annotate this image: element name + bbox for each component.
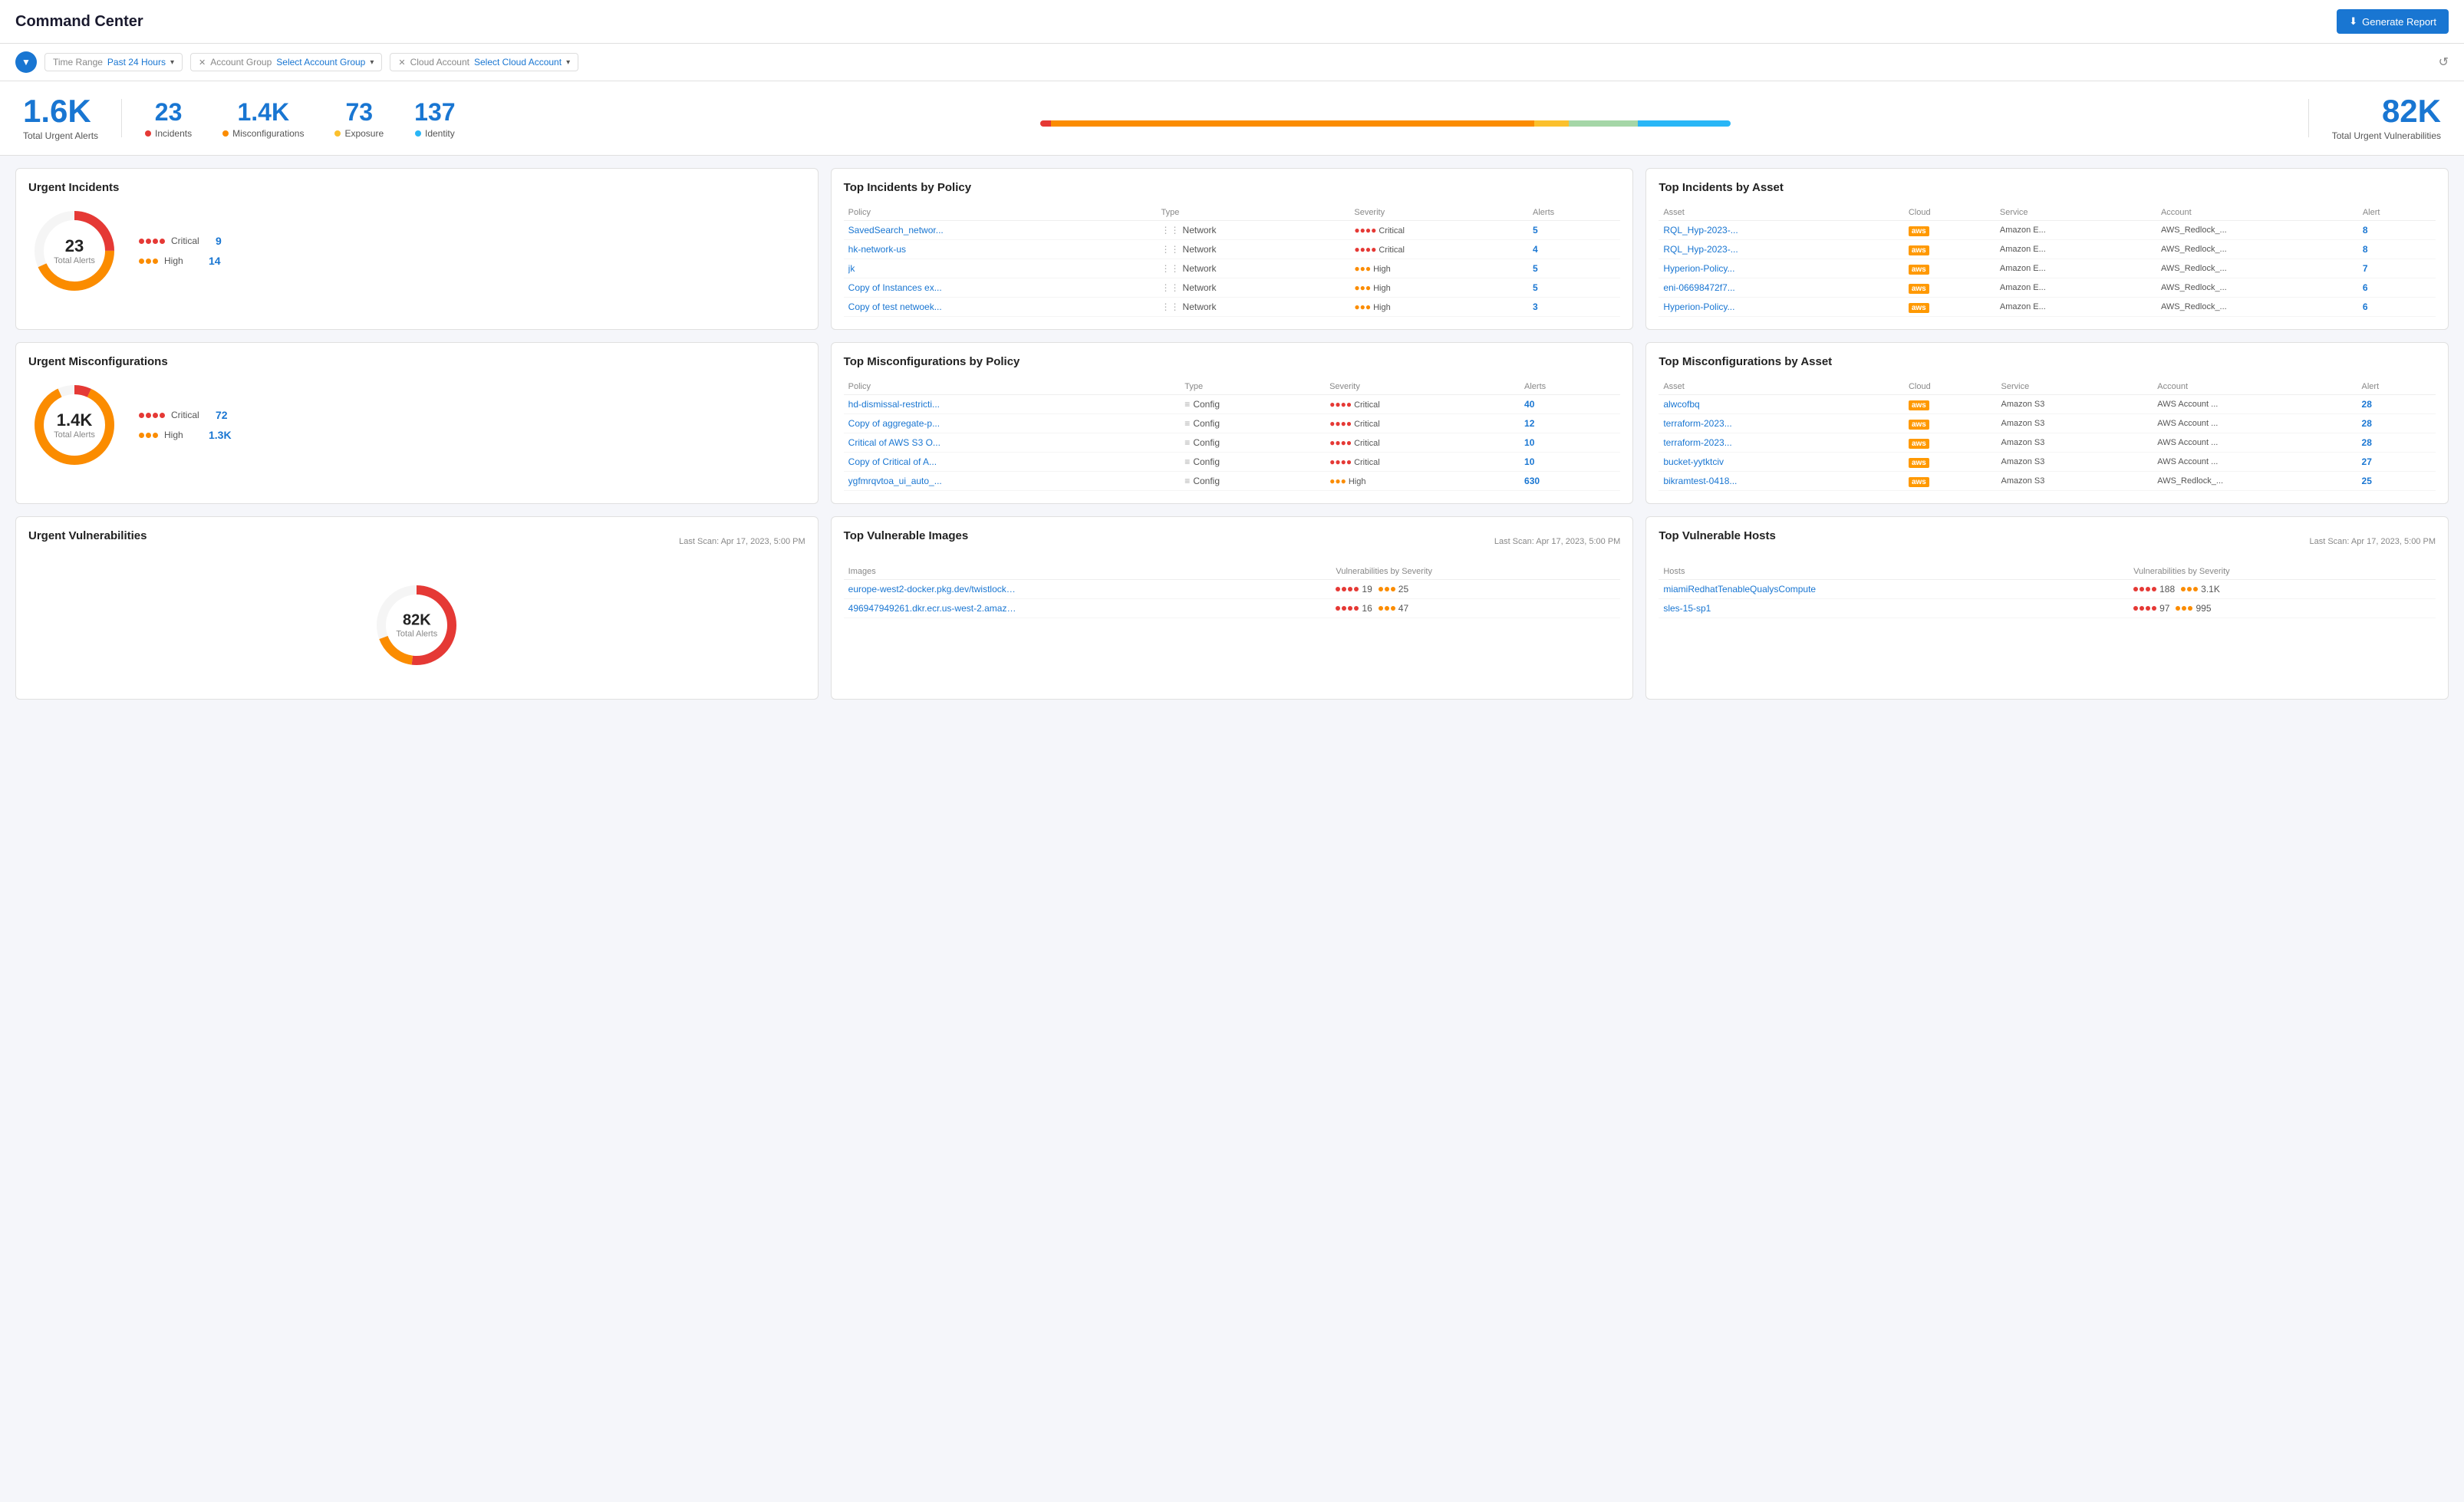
summary-metrics: 23 Incidents 1.4K Misconfigurations 73 E… (145, 98, 2285, 139)
misconfigurations-by-policy-table: Policy Type Severity Alerts hd-dismissal… (844, 379, 1621, 491)
top-misconfigurations-by-asset-card: Top Misconfigurations by Asset Asset Clo… (1645, 342, 2449, 504)
vulnerable-hosts-table: Hosts Vulnerabilities by Severity miamiR… (1659, 564, 2436, 618)
card-title: Urgent Misconfigurations (28, 355, 805, 368)
card-title: Top Misconfigurations by Asset (1659, 355, 2436, 368)
top-incidents-by-policy-card: Top Incidents by Policy Policy Type Seve… (831, 168, 1634, 330)
critical-row: Critical 9 (139, 235, 222, 247)
table-row: miamiRedhatTenableQualysCompute 188 3.1K (1659, 580, 2436, 599)
last-scan: Last Scan: Apr 17, 2023, 5:00 PM (679, 537, 805, 546)
table-row: terraform-2023... aws Amazon S3 AWS Acco… (1659, 414, 2436, 433)
progress-bar (1040, 120, 1731, 127)
top-misconfigurations-by-policy-card: Top Misconfigurations by Policy Policy T… (831, 342, 1634, 504)
table-row: hk-network-us ⋮⋮ Network ●●●●Critical 4 (844, 240, 1621, 259)
high-row: High 1.3K (139, 429, 232, 441)
summary-bar: 1.6K Total Urgent Alerts 23 Incidents 1.… (0, 81, 2464, 156)
dot-blue (415, 130, 421, 137)
card-title: Top Incidents by Policy (844, 181, 1621, 194)
chevron-down-icon: ▾ (170, 58, 174, 67)
misconfigurations-by-asset-table: Asset Cloud Service Account Alert alwcof… (1659, 379, 2436, 491)
card-title: Top Vulnerable Images (844, 529, 969, 542)
urgent-vulnerabilities-card: Urgent Vulnerabilities Last Scan: Apr 17… (15, 516, 819, 700)
top-vulnerable-hosts-card: Top Vulnerable Hosts Last Scan: Apr 17, … (1645, 516, 2449, 700)
total-urgent-vulnerabilities: 82K Total Urgent Vulnerabilities (2332, 95, 2441, 141)
card-header-row: Top Vulnerable Hosts Last Scan: Apr 17, … (1659, 529, 2436, 553)
cloud-account-filter[interactable]: ✕ Cloud Account Select Cloud Account ▾ (390, 53, 578, 71)
table-row: RQL_Hyp-2023-... aws Amazon E... AWS_Red… (1659, 221, 2436, 240)
dot-red (145, 130, 151, 137)
close-icon[interactable]: ✕ (199, 58, 206, 68)
exposure-metric: 73 Exposure (334, 98, 384, 139)
time-range-filter[interactable]: Time Range Past 24 Hours ▾ (44, 53, 183, 71)
card-title: Top Incidents by Asset (1659, 181, 2436, 194)
table-row: sles-15-sp1 97 995 (1659, 599, 2436, 618)
close-icon[interactable]: ✕ (398, 58, 405, 68)
table-row: Copy of aggregate-p... ≡ Config ●●●●Crit… (844, 414, 1621, 433)
reset-button[interactable]: ↺ (2439, 54, 2449, 70)
high-row: High 14 (139, 255, 222, 267)
card-header-row: Top Vulnerable Images Last Scan: Apr 17,… (844, 529, 1621, 553)
last-scan: Last Scan: Apr 17, 2023, 5:00 PM (1494, 537, 1621, 546)
main-grid: Urgent Incidents 23 Total Alerts (0, 156, 2464, 712)
dot-yellow (334, 130, 341, 137)
total-urgent-alerts: 1.6K Total Urgent Alerts (23, 95, 98, 141)
header: Command Center ⬇ Generate Report (0, 0, 2464, 44)
table-row: alwcofbq aws Amazon S3 AWS Account ... 2… (1659, 395, 2436, 414)
download-icon: ⬇ (2349, 15, 2357, 28)
table-row: Hyperion-Policy... aws Amazon E... AWS_R… (1659, 259, 2436, 278)
filter-icon: ▼ (15, 51, 37, 73)
page-title: Command Center (15, 13, 143, 31)
incidents-metric: 23 Incidents (145, 98, 192, 139)
chevron-down-icon: ▾ (370, 58, 374, 67)
table-row: Hyperion-Policy... aws Amazon E... AWS_R… (1659, 298, 2436, 317)
donut-section: 23 Total Alerts Critical 9 High (28, 205, 805, 297)
table-row: 496947949261.dkr.ecr.us-west-2.amazon...… (844, 599, 1621, 618)
last-scan: Last Scan: Apr 17, 2023, 5:00 PM (2309, 537, 2436, 546)
filter-bar: ▼ Time Range Past 24 Hours ▾ ✕ Account G… (0, 44, 2464, 81)
table-row: eni-06698472f7... aws Amazon E... AWS_Re… (1659, 278, 2436, 298)
account-group-filter[interactable]: ✕ Account Group Select Account Group ▾ (190, 53, 382, 71)
table-row: bucket-yytktciv aws Amazon S3 AWS Accoun… (1659, 453, 2436, 472)
table-row: jk ⋮⋮ Network ●●●High 5 (844, 259, 1621, 278)
table-row: ygfmrqvtoa_ui_auto_... ≡ Config ●●●High … (844, 472, 1621, 491)
urgent-incidents-card: Urgent Incidents 23 Total Alerts (15, 168, 819, 330)
table-row: Critical of AWS S3 O... ≡ Config ●●●●Cri… (844, 433, 1621, 453)
vulnerable-images-table: Images Vulnerabilities by Severity europ… (844, 564, 1621, 618)
donut-chart: 23 Total Alerts (28, 205, 120, 297)
card-title: Top Vulnerable Hosts (1659, 529, 1776, 542)
severity-list: Critical 9 High 14 (139, 235, 222, 267)
identity-metric: 137 Identity (414, 98, 455, 139)
table-row: SavedSearch_networ... ⋮⋮ Network ●●●●Cri… (844, 221, 1621, 240)
card-header-row: Urgent Vulnerabilities Last Scan: Apr 17… (28, 529, 805, 553)
chevron-down-icon: ▾ (566, 58, 570, 67)
card-title: Top Misconfigurations by Policy (844, 355, 1621, 368)
critical-row: Critical 72 (139, 409, 232, 421)
urgent-misconfigurations-card: Urgent Misconfigurations 1.4K Total Aler… (15, 342, 819, 504)
table-row: europe-west2-docker.pkg.dev/twistlock-te… (844, 580, 1621, 599)
dot-orange (222, 130, 229, 137)
table-row: Copy of Instances ex... ⋮⋮ Network ●●●Hi… (844, 278, 1621, 298)
card-title: Urgent Incidents (28, 181, 805, 194)
table-row: terraform-2023... aws Amazon S3 AWS Acco… (1659, 433, 2436, 453)
donut-section: 1.4K Total Alerts Critical 72 High (28, 379, 805, 471)
top-incidents-by-asset-card: Top Incidents by Asset Asset Cloud Servi… (1645, 168, 2449, 330)
table-row: bikramtest-0418... aws Amazon S3 AWS_Red… (1659, 472, 2436, 491)
donut-chart: 82K Total Alerts (371, 579, 463, 671)
donut-chart: 1.4K Total Alerts (28, 379, 120, 471)
top-vulnerable-images-card: Top Vulnerable Images Last Scan: Apr 17,… (831, 516, 1634, 700)
misconfigurations-metric: 1.4K Misconfigurations (222, 98, 304, 139)
divider (121, 99, 122, 137)
table-row: RQL_Hyp-2023-... aws Amazon E... AWS_Red… (1659, 240, 2436, 259)
table-row: Copy of Critical of A... ≡ Config ●●●●Cr… (844, 453, 1621, 472)
card-title: Urgent Vulnerabilities (28, 529, 147, 542)
table-row: hd-dismissal-restricti... ≡ Config ●●●●C… (844, 395, 1621, 414)
incidents-by-asset-table: Asset Cloud Service Account Alert RQL_Hy… (1659, 205, 2436, 317)
severity-list: Critical 72 High 1.3K (139, 409, 232, 441)
table-row: Copy of test netwoek... ⋮⋮ Network ●●●Hi… (844, 298, 1621, 317)
generate-report-button[interactable]: ⬇ Generate Report (2337, 9, 2449, 34)
incidents-by-policy-table: Policy Type Severity Alerts SavedSearch_… (844, 205, 1621, 317)
divider2 (2308, 99, 2309, 137)
